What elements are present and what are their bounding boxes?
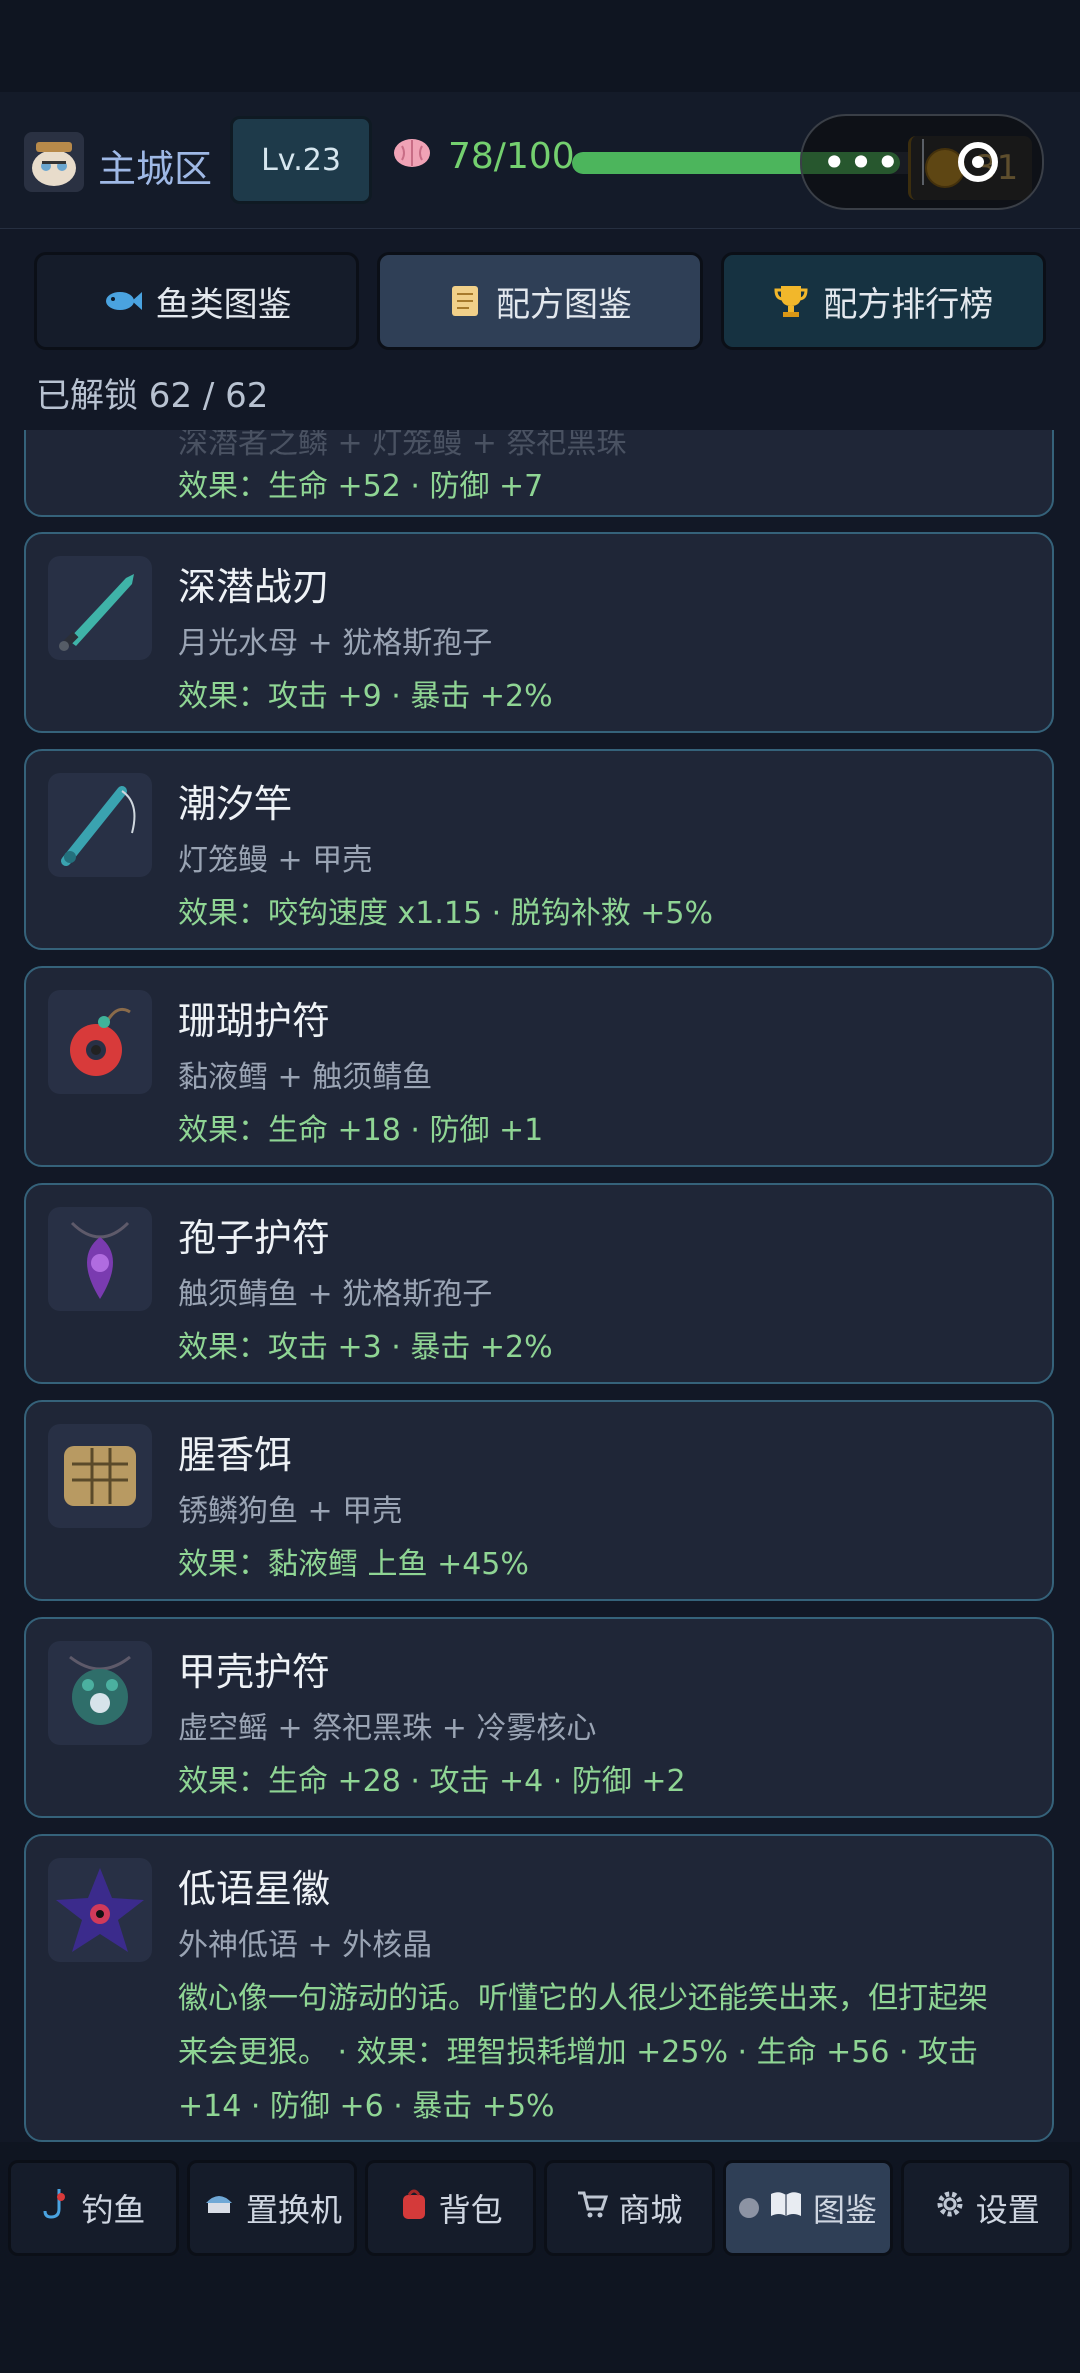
recipe-card[interactable]: 孢子护符 触须鲭鱼 + 犹格斯孢子 效果：攻击 +3 · 暴击 +2% [24, 1183, 1054, 1384]
status-bar [0, 0, 1080, 92]
nav-shop[interactable]: 商城 [544, 2160, 715, 2256]
recipe-list: 深潜者之鳞 + 灯笼鳗 + 祭祀黑珠 效果：生命 +52 · 防御 +7 深潜战… [0, 430, 1080, 2142]
exchange-machine-icon [202, 2189, 236, 2227]
recipe-ingredients: 锈鳞狗鱼 + 甲壳 [178, 1494, 403, 1529]
nav-fishing[interactable]: 钓鱼 [8, 2160, 179, 2256]
fishing-rod-icon [48, 773, 152, 877]
capsule-divider [922, 139, 924, 185]
recipe-name: 孢子护符 [178, 1216, 331, 1260]
avatar[interactable] [24, 132, 84, 192]
recipe-effect: 效果：咬钩速度 x1.15 · 脱钩补救 +5% [178, 896, 713, 931]
tab-label: 配方图鉴 [495, 284, 632, 325]
fish-icon [105, 292, 142, 310]
nav-settings[interactable]: 设置 [901, 2160, 1073, 2256]
nav-backpack[interactable]: 背包 [365, 2160, 537, 2256]
recipe-effect: 效果：攻击 +3 · 暴击 +2% [178, 1330, 553, 1365]
recipe-ingredients: 灯笼鳗 + 甲壳 [178, 843, 373, 878]
brain-icon [394, 139, 430, 167]
recipe-ingredients: 虚空鳐 + 祭祀黑珠 + 冷雾核心 [178, 1711, 597, 1746]
mini-program-capsule: ••• [800, 114, 1044, 210]
recipe-effect: 效果：生命 +52 · 防御 +7 [178, 469, 544, 504]
trophy-icon [774, 286, 808, 317]
nav-label: 背包 [438, 2191, 503, 2229]
level-badge: Lv.23 [230, 116, 372, 204]
spore-amulet-icon [48, 1207, 152, 1311]
nav-exchange-machine[interactable]: 置换机 [186, 2160, 358, 2256]
unlocked-count: 已解锁 62 / 62 [36, 376, 269, 416]
scroll-icon [451, 286, 478, 316]
tab-label: 配方排行榜 [823, 284, 994, 325]
recipe-effect: 效果：生命 +18 · 防御 +1 [178, 1113, 544, 1148]
tab-label: 鱼类图鉴 [155, 284, 292, 325]
recipe-effect: 效果：攻击 +9 · 暴击 +2% [178, 679, 553, 714]
recipe-ingredients: 触须鲭鱼 + 犹格斯孢子 [178, 1277, 493, 1312]
hook-icon [41, 2187, 71, 2229]
bottom-nav: 钓鱼 置换机 背包 商城 图鉴 设置 [0, 2142, 1080, 2373]
recipe-name: 腥香饵 [178, 1433, 293, 1477]
cart-icon [576, 2189, 609, 2227]
star-emblem-icon [48, 1858, 152, 1962]
tab-recipe-catalog[interactable]: 配方图鉴 [377, 252, 703, 350]
nav-label: 置换机 [246, 2191, 343, 2229]
recipe-card[interactable]: 深潜者之鳞 + 灯笼鳗 + 祭祀黑珠 效果：生命 +52 · 防御 +7 [24, 430, 1054, 517]
book-icon [769, 2190, 803, 2226]
cat-avatar-icon [32, 142, 76, 186]
recipe-card[interactable]: 甲壳护符 虚空鳐 + 祭祀黑珠 + 冷雾核心 效果：生命 +28 · 攻击 +4… [24, 1617, 1054, 1818]
recipe-card[interactable]: 腥香饵 锈鳞狗鱼 + 甲壳 效果：黏液鳕 上鱼 +45% [24, 1400, 1054, 1601]
bait-icon [48, 1424, 152, 1528]
recipe-ingredients: 外神低语 + 外核晶 [178, 1928, 433, 1963]
recipe-ingredients: 黏液鳕 + 触须鲭鱼 [178, 1060, 433, 1095]
recipe-name: 甲壳护符 [178, 1650, 331, 1694]
recipe-name: 珊瑚护符 [178, 999, 331, 1043]
nav-catalog[interactable]: 图鉴 [722, 2160, 894, 2256]
recipe-name: 潮汐竿 [178, 782, 293, 826]
tab-fish-catalog[interactable]: 鱼类图鉴 [34, 252, 360, 350]
coral-amulet-icon [48, 990, 152, 1094]
sword-icon [48, 556, 152, 660]
recipe-card[interactable]: 低语星徽 外神低语 + 外核晶 徽心像一句游动的话。听懂它的人很少还能笑出来，但… [24, 1834, 1054, 2142]
nav-label: 图鉴 [813, 2191, 878, 2229]
recipe-card[interactable]: 深潜战刃 月光水母 + 犹格斯孢子 效果：攻击 +9 · 暴击 +2% [24, 532, 1054, 733]
nav-label: 钓鱼 [81, 2191, 146, 2229]
top-bar: 主城区 Lv.23 78/100 31 ••• [0, 92, 1080, 229]
nav-label: 设置 [975, 2191, 1040, 2229]
recipe-effect: 徽心像一句游动的话。听懂它的人很少还能笑出来，但打起架来会更狠。 · 效果：理智… [178, 1981, 988, 2124]
catalog-tabs: 鱼类图鉴 配方图鉴 配方排行榜 [0, 252, 1080, 350]
recipe-card[interactable]: 珊瑚护符 黏液鳕 + 触须鲭鱼 效果：生命 +18 · 防御 +1 [24, 966, 1054, 1167]
recipe-effect: 效果：黏液鳕 上鱼 +45% [178, 1547, 529, 1582]
recipe-name: 低语星徽 [178, 1867, 331, 1911]
zone-label: 主城区 [98, 147, 213, 191]
sanity-value: 78/100 [448, 136, 575, 177]
shell-amulet-icon [48, 1641, 152, 1745]
active-indicator-dot [739, 2198, 760, 2218]
recipe-card[interactable]: 潮汐竿 灯笼鳗 + 甲壳 效果：咬钩速度 x1.15 · 脱钩补救 +5% [24, 749, 1054, 950]
tab-recipe-ranking[interactable]: 配方排行榜 [720, 252, 1046, 350]
nav-label: 商城 [618, 2191, 683, 2229]
close-target-icon[interactable] [958, 142, 998, 182]
recipe-name: 深潜战刃 [178, 565, 331, 609]
recipe-effect: 效果：生命 +28 · 攻击 +4 · 防御 +2 [178, 1764, 686, 1799]
gear-icon [934, 2188, 966, 2228]
more-menu-button[interactable]: ••• [802, 138, 922, 187]
backpack-icon [399, 2187, 429, 2229]
recipe-ingredients: 深潜者之鳞 + 灯笼鳗 + 祭祀黑珠 [178, 430, 627, 461]
recipe-ingredients: 月光水母 + 犹格斯孢子 [178, 626, 493, 661]
